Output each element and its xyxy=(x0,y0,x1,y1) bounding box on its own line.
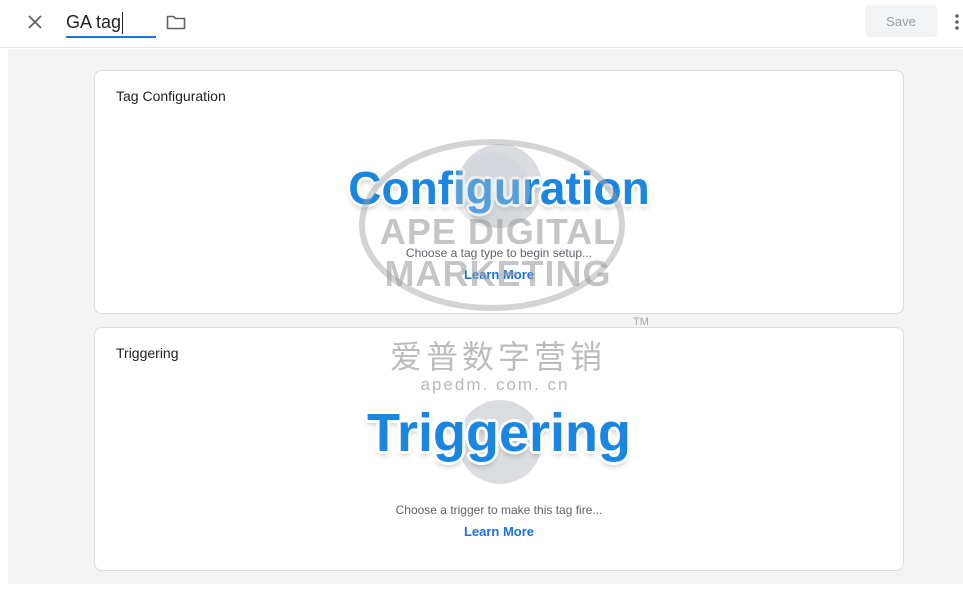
overlay-label: Configuration xyxy=(348,162,650,214)
overlay-label: Triggering xyxy=(366,403,631,463)
panel-title: Triggering xyxy=(116,345,179,361)
more-vert-icon xyxy=(955,14,959,30)
save-button[interactable]: Save xyxy=(865,5,937,37)
triggering-panel[interactable]: Triggering Triggering Choose a trigger t… xyxy=(94,327,904,571)
close-icon xyxy=(28,15,42,29)
top-bar: Save xyxy=(0,0,963,48)
panel-title: Tag Configuration xyxy=(116,88,226,104)
learn-more-link[interactable]: Learn More xyxy=(95,524,903,539)
folder-icon xyxy=(166,15,186,30)
tag-name-input[interactable] xyxy=(66,8,156,38)
more-options-button[interactable] xyxy=(952,9,962,35)
text-cursor xyxy=(122,12,123,34)
learn-more-link[interactable]: Learn More xyxy=(95,267,903,282)
panel-hint: Choose a trigger to make this tag fire..… xyxy=(395,503,603,517)
folder-button[interactable] xyxy=(164,10,188,34)
tag-configuration-panel[interactable]: Tag Configuration Configuration Choose a… xyxy=(94,70,904,314)
close-button[interactable] xyxy=(22,9,48,35)
panel-hint: Choose a tag type to begin setup... xyxy=(405,246,593,260)
editor-body: Tag Configuration Configuration Choose a… xyxy=(8,49,963,584)
